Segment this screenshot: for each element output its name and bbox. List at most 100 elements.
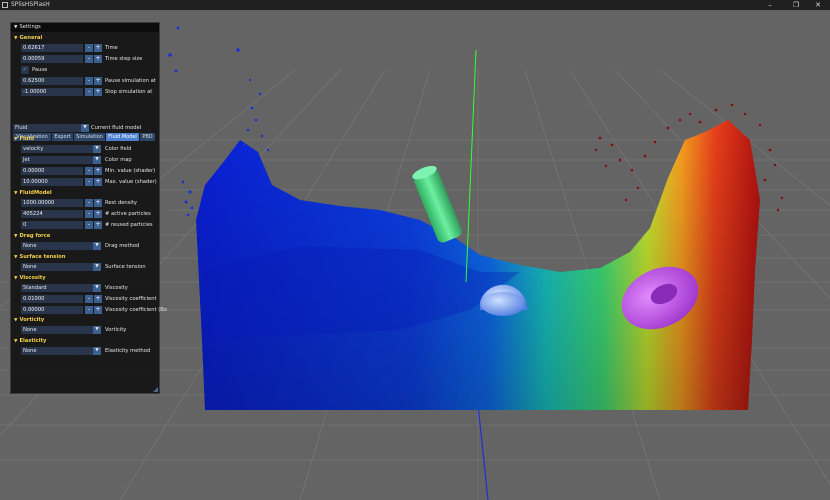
pause-label: Pause bbox=[32, 67, 48, 73]
active-particles-decrement-button[interactable]: - bbox=[85, 210, 93, 218]
active-particles-field[interactable]: 405224 bbox=[21, 210, 83, 218]
pause-at-decrement-button[interactable]: - bbox=[85, 77, 93, 85]
drag-method-row: None ▼ Drag method bbox=[21, 242, 161, 250]
color-field-label: Color field bbox=[105, 146, 132, 152]
dropdown-arrow-icon: ▼ bbox=[93, 284, 101, 292]
settings-panel[interactable]: ▼ Settings ▼ General 0.62617 - + Time 0.00… bbox=[10, 22, 167, 394]
elasticity-select[interactable]: None ▼ bbox=[21, 347, 101, 355]
settings-panel-title: Settings bbox=[19, 24, 41, 30]
dropdown-arrow-icon: ▼ bbox=[93, 156, 101, 164]
maximize-button[interactable]: ❐ bbox=[784, 0, 808, 10]
viscosity-coefficient-field[interactable]: 0.01000 bbox=[21, 295, 83, 303]
dropdown-arrow-icon: ▼ bbox=[93, 242, 101, 250]
time-decrement-button[interactable]: - bbox=[85, 44, 93, 52]
section-general[interactable]: ▼ General bbox=[14, 34, 42, 42]
pause-at-increment-button[interactable]: + bbox=[94, 77, 102, 85]
close-button[interactable]: ✕ bbox=[806, 0, 830, 10]
section-elasticity[interactable]: ▼ Elasticity bbox=[14, 337, 46, 345]
time-step-row: 0.00059 - + Time step size bbox=[21, 55, 161, 63]
min-value-field[interactable]: 0.00000 bbox=[21, 167, 83, 175]
viscosity-method-row: Standard ▼ Viscosity bbox=[21, 284, 161, 292]
collapse-arrow-icon[interactable]: ▼ bbox=[14, 25, 17, 30]
vorticity-select[interactable]: None ▼ bbox=[21, 326, 101, 334]
window-title: SPlisHSPlasH bbox=[11, 1, 50, 8]
section-arrow-icon: ▼ bbox=[14, 191, 18, 196]
surface-tension-select[interactable]: None ▼ bbox=[21, 263, 101, 271]
tab-simulation[interactable]: Simulation bbox=[74, 133, 105, 141]
section-arrow-icon: ▼ bbox=[14, 137, 18, 142]
stop-at-increment-button[interactable]: + bbox=[94, 88, 102, 96]
surface-tension-row: None ▼ Surface tension bbox=[21, 263, 161, 271]
settings-panel-header[interactable]: ▼ Settings bbox=[11, 23, 159, 32]
viscosity-coefficient-bc-decrement-button[interactable]: - bbox=[85, 306, 93, 314]
elasticity-row: None ▼ Elasticity method bbox=[21, 347, 161, 355]
tab-export[interactable]: Export bbox=[52, 133, 73, 141]
current-fluid-select[interactable]: Fluid ▼ bbox=[13, 124, 89, 132]
viscosity-method-select[interactable]: Standard ▼ bbox=[21, 284, 101, 292]
section-arrow-icon: ▼ bbox=[14, 318, 18, 323]
section-drag-force[interactable]: ▼ Drag force bbox=[14, 232, 50, 240]
active-particles-label: # active particles bbox=[105, 211, 151, 217]
section-fluid[interactable]: ▼ Fluid bbox=[14, 135, 34, 143]
minimize-button[interactable]: – bbox=[758, 0, 782, 10]
color-map-select[interactable]: Jet ▼ bbox=[21, 156, 101, 164]
dropdown-arrow-icon: ▼ bbox=[93, 145, 101, 153]
viscosity-coefficient-bc-increment-button[interactable]: + bbox=[94, 306, 102, 314]
rest-density-decrement-button[interactable]: - bbox=[85, 199, 93, 207]
stop-at-decrement-button[interactable]: - bbox=[85, 88, 93, 96]
viscosity-coefficient-row: 0.01000 - + Viscosity coefficient bbox=[21, 295, 161, 303]
rest-density-increment-button[interactable]: + bbox=[94, 199, 102, 207]
rest-density-label: Rest density bbox=[105, 200, 137, 206]
current-fluid-label: Current fluid model bbox=[91, 125, 142, 131]
axis-z bbox=[477, 404, 489, 500]
vorticity-row: None ▼ Vorticity bbox=[21, 326, 161, 334]
section-fluid-model[interactable]: ▼ FluidModel bbox=[14, 189, 52, 197]
time-increment-button[interactable]: + bbox=[94, 44, 102, 52]
surface-tension-label: Surface tension bbox=[105, 264, 146, 270]
pause-at-field[interactable]: 0.62500 bbox=[21, 77, 83, 85]
time-step-decrement-button[interactable]: - bbox=[85, 55, 93, 63]
elasticity-label: Elasticity method bbox=[105, 348, 151, 354]
stop-at-row: -1.00000 - + Stop simulation at bbox=[21, 88, 161, 96]
time-step-increment-button[interactable]: + bbox=[94, 55, 102, 63]
min-value-decrement-button[interactable]: - bbox=[85, 167, 93, 175]
pause-checkbox[interactable]: ✓ bbox=[21, 66, 29, 74]
pause-row: ✓ Pause bbox=[21, 66, 161, 74]
min-value-row: 0.00000 - + Min. value (shader) bbox=[21, 167, 161, 175]
section-vorticity[interactable]: ▼ Vorticity bbox=[14, 316, 44, 324]
time-step-field[interactable]: 0.00059 bbox=[21, 55, 83, 63]
reused-particles-decrement-button[interactable]: - bbox=[85, 221, 93, 229]
current-fluid-row: Fluid ▼ Current fluid model bbox=[13, 124, 153, 132]
max-value-decrement-button[interactable]: - bbox=[85, 178, 93, 186]
viscosity-coefficient-increment-button[interactable]: + bbox=[94, 295, 102, 303]
dropdown-arrow-icon: ▼ bbox=[81, 124, 89, 132]
color-field-select[interactable]: velocity ▼ bbox=[21, 145, 101, 153]
min-value-increment-button[interactable]: + bbox=[94, 167, 102, 175]
viscosity-method-label: Viscosity bbox=[105, 285, 128, 291]
time-field[interactable]: 0.62617 bbox=[21, 44, 83, 52]
color-map-row: Jet ▼ Color map bbox=[21, 156, 161, 164]
max-value-field[interactable]: 10.00000 bbox=[21, 178, 83, 186]
max-value-increment-button[interactable]: + bbox=[94, 178, 102, 186]
drag-method-label: Drag method bbox=[105, 243, 140, 249]
section-arrow-icon: ▼ bbox=[14, 36, 18, 41]
tab-pbd[interactable]: PBD bbox=[140, 133, 155, 141]
active-particles-increment-button[interactable]: + bbox=[94, 210, 102, 218]
drag-method-select[interactable]: None ▼ bbox=[21, 242, 101, 250]
dropdown-arrow-icon: ▼ bbox=[93, 347, 101, 355]
viscosity-coefficient-bc-label: Viscosity coefficient (Bo bbox=[105, 307, 167, 313]
viscosity-coefficient-decrement-button[interactable]: - bbox=[85, 295, 93, 303]
active-particles-row: 405224 - + # active particles bbox=[21, 210, 161, 218]
viscosity-coefficient-bc-field[interactable]: 0.00000 bbox=[21, 306, 83, 314]
resize-grip-icon[interactable] bbox=[153, 387, 158, 392]
reused-particles-increment-button[interactable]: + bbox=[94, 221, 102, 229]
axis-y bbox=[465, 49, 477, 283]
stop-at-field[interactable]: -1.00000 bbox=[21, 88, 83, 96]
reused-particles-field[interactable]: 0 bbox=[21, 221, 83, 229]
section-viscosity[interactable]: ▼ Viscosity bbox=[14, 274, 46, 282]
section-arrow-icon: ▼ bbox=[14, 234, 18, 239]
section-surface-tension[interactable]: ▼ Surface tension bbox=[14, 253, 65, 261]
viscosity-coefficient-label: Viscosity coefficient bbox=[105, 296, 157, 302]
rest-density-field[interactable]: 1000.00000 bbox=[21, 199, 83, 207]
tab-fluid-model[interactable]: Fluid Model bbox=[106, 133, 139, 141]
